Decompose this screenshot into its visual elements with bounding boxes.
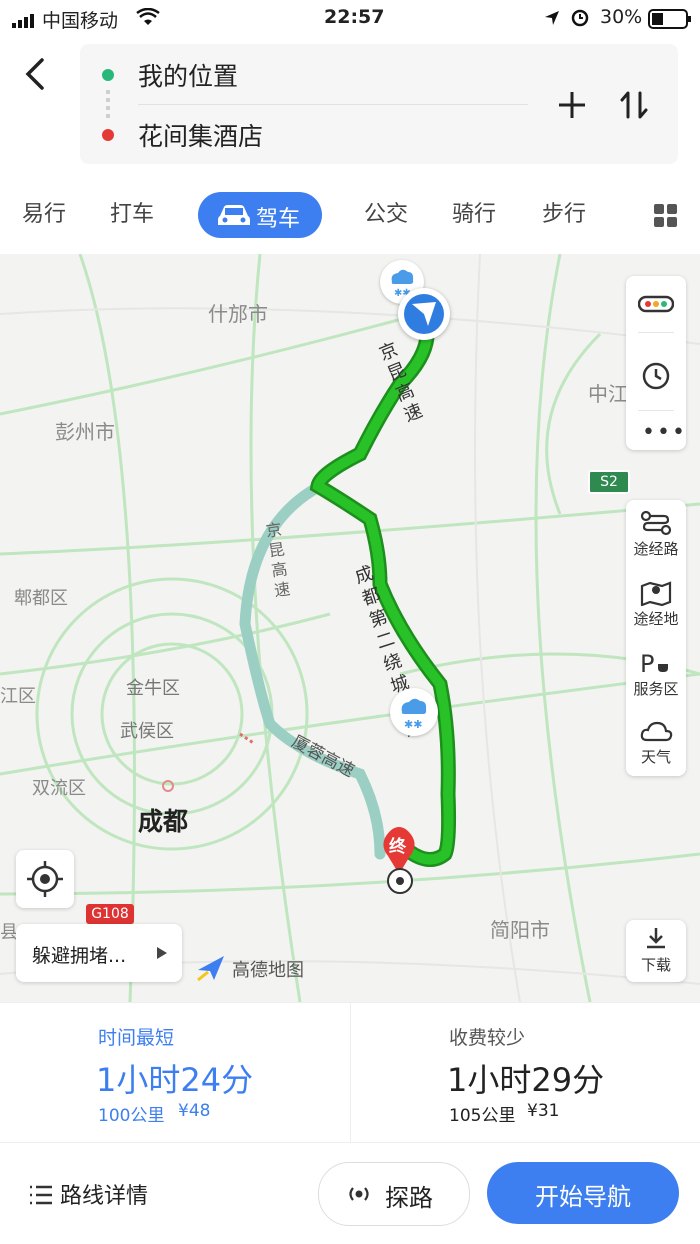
map-place-label: 什邡市	[208, 302, 268, 326]
origin-field[interactable]: 我的位置	[138, 57, 238, 93]
tab-drive[interactable]: 驾车	[198, 192, 322, 238]
tab-bus[interactable]: 公交	[364, 196, 408, 228]
waypoint-route-button[interactable]: 途经路	[626, 504, 686, 566]
carrier: 中国移动	[42, 10, 119, 32]
back-button[interactable]	[22, 56, 52, 92]
end-marker-label: 终	[389, 837, 406, 857]
map-place-label: 彭州市	[55, 420, 115, 444]
more-modes-button[interactable]	[654, 204, 678, 232]
map-pin-icon	[640, 581, 672, 606]
download-button[interactable]: 下载	[626, 920, 686, 982]
map-city-label: 成都	[138, 807, 189, 836]
brand-logo: 高德地图	[196, 954, 304, 986]
waypoint-place-button[interactable]: 途经地	[626, 574, 686, 636]
crosshair-icon	[27, 861, 63, 897]
download-icon	[647, 928, 665, 949]
chevron-left-icon	[25, 58, 44, 90]
swap-route-button[interactable]	[618, 89, 650, 125]
explore-route-button[interactable]: 探路	[318, 1162, 470, 1226]
destination-point	[387, 868, 413, 894]
signal-icon	[12, 11, 36, 33]
route-details-label: 路线详情	[60, 1184, 149, 1209]
map-roads	[0, 254, 700, 1002]
navigation-arrow-icon	[404, 294, 444, 334]
wifi-icon	[136, 7, 160, 31]
cloud-icon	[640, 721, 673, 742]
map-place-label: 简阳市	[490, 918, 550, 942]
alarm-icon	[570, 7, 590, 32]
destination-dot	[102, 129, 114, 141]
map-view[interactable]: 什邡市 彭州市 郫都区 金牛区 武侯区 江区 双流区 成都 中江 简阳市 县 京…	[0, 254, 700, 1002]
map-place-label: 江区	[0, 686, 36, 707]
clock-history-icon	[642, 362, 670, 390]
highway-shield: S2	[588, 470, 630, 494]
plus-icon	[559, 92, 585, 118]
map-place-label: 中江	[588, 382, 628, 406]
tab-easy[interactable]: 易行	[22, 196, 66, 228]
highway-shield: G108	[86, 904, 134, 924]
divider	[138, 104, 528, 105]
amap-logo-icon	[197, 956, 224, 982]
locate-button[interactable]	[16, 850, 74, 908]
service-area-button[interactable]: P 服务区	[626, 644, 686, 706]
avoid-congestion-button[interactable]: 躲避拥堵...	[16, 924, 182, 982]
map-place-label: 双流区	[32, 778, 86, 799]
add-waypoint-button[interactable]	[556, 89, 588, 125]
grid-icon	[654, 204, 677, 227]
broadcast-icon	[349, 1187, 369, 1201]
route-icon	[640, 510, 672, 536]
route-option-card[interactable]: 收费较少 1小时29分 105公里 ¥31	[351, 1003, 700, 1143]
history-button[interactable]	[640, 360, 672, 396]
snow-cloud-icon: ✱✱	[401, 698, 427, 731]
tab-taxi[interactable]: 打车	[110, 196, 154, 228]
more-icon[interactable]: •••	[642, 420, 687, 445]
svg-text:P: P	[640, 650, 654, 676]
car-icon	[218, 205, 250, 225]
current-location-marker	[398, 288, 450, 340]
location-arrow-icon	[544, 9, 560, 31]
parking-icon: P	[640, 650, 668, 676]
tab-walk[interactable]: 步行	[542, 196, 586, 228]
svg-text:✱✱: ✱✱	[404, 718, 422, 731]
tab-drive-label: 驾车	[256, 207, 301, 232]
battery-icon	[648, 9, 692, 34]
map-place-label: 郫都区	[14, 588, 68, 609]
map-place-label: 武侯区	[120, 721, 174, 742]
traffic-toggle[interactable]	[637, 294, 675, 318]
weather-marker[interactable]: ✱✱	[390, 688, 438, 736]
destination-field[interactable]: 花间集酒店	[138, 117, 263, 153]
status-bar: 中国移动 22:57 30%	[0, 0, 700, 36]
route-option-card[interactable]: 时间最短 1小时24分 100公里 ¥48	[0, 1003, 350, 1143]
route-input-panel: 我的位置 花间集酒店	[80, 44, 678, 164]
origin-dot	[102, 69, 114, 81]
map-tools-group: 途经路 途经地 P 服务区 天气	[626, 500, 686, 776]
weather-button[interactable]: 天气	[626, 714, 686, 774]
traffic-light-icon	[637, 295, 675, 313]
battery-percent: 30%	[600, 6, 643, 28]
explore-label: 探路	[385, 1184, 433, 1212]
map-place-label: 金牛区	[126, 678, 180, 699]
avoid-congestion-label: 躲避拥堵...	[32, 945, 127, 967]
clock: 22:57	[324, 6, 385, 28]
list-icon	[30, 1185, 52, 1205]
start-navigation-label: 开始导航	[535, 1183, 631, 1211]
swap-icon	[620, 91, 648, 119]
tab-bike[interactable]: 骑行	[452, 196, 496, 228]
route-options: 时间最短 1小时24分 100公里 ¥48 收费较少 1小时29分 105公里 …	[0, 1002, 700, 1143]
play-icon	[157, 947, 167, 959]
brand-text: 高德地图	[232, 960, 304, 981]
map-control-group: •••	[626, 276, 686, 450]
route-connector	[106, 90, 110, 120]
start-navigation-button[interactable]: 开始导航	[487, 1162, 679, 1224]
